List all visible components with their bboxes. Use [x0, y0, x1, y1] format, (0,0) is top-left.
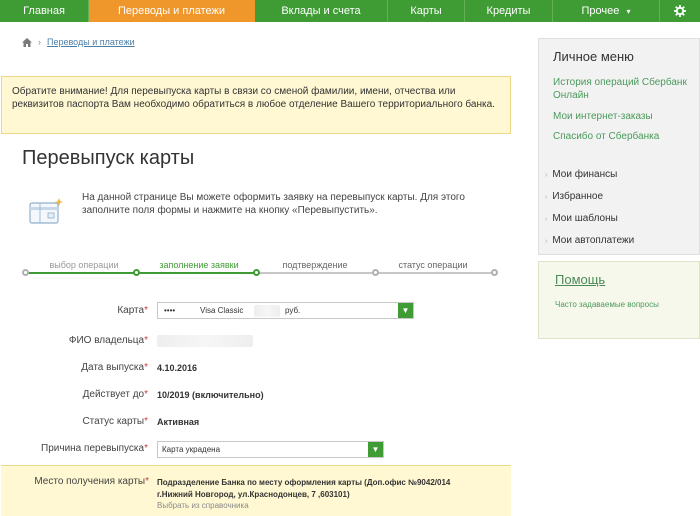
- step-dot-4: [372, 269, 379, 276]
- card-number-redacted: [254, 305, 280, 317]
- valid-until-label: Действует до*: [82, 389, 148, 400]
- delivery-section: Место получения карты* Подразделение Бан…: [1, 465, 511, 516]
- form-row-owner: ФИО владельца*: [0, 335, 510, 355]
- nav-item-other[interactable]: Прочее ▾: [553, 0, 660, 22]
- form-row-card: Карта* •••• Visa Classic руб. ▼: [0, 302, 510, 322]
- intro-text: На данной странице Вы можете оформить за…: [82, 192, 465, 216]
- reason-value: Карта украдена: [162, 445, 221, 454]
- step-label-select: выбор операции: [49, 260, 119, 270]
- delivery-value-line2: г.Нижний Новгород, ул.Краснодонцев, 7 ,6…: [157, 490, 350, 499]
- reason-select[interactable]: Карта украдена ▼: [157, 441, 384, 458]
- delivery-value-line1: Подразделение Банка по месту оформления …: [157, 478, 451, 487]
- card-label: Карта*: [117, 305, 148, 316]
- top-navigation: Главная Переводы и платежи Вклады и счет…: [0, 0, 700, 22]
- step-label-confirm: подтверждение: [282, 260, 348, 270]
- step-dot-3: [253, 269, 260, 276]
- form-row-issue-date: Дата выпуска* 4.10.2016: [0, 362, 510, 382]
- bullet-icon: ›: [545, 172, 548, 179]
- card-name: Visa Classic: [200, 306, 244, 315]
- status-label: Статус карты*: [82, 416, 148, 427]
- breadcrumb: › Переводы и платежи: [22, 37, 135, 47]
- issue-date-label: Дата выпуска*: [81, 362, 148, 373]
- sidebar-item-templates[interactable]: › Мои шаблоны: [545, 213, 618, 224]
- form-row-reason: Причина перевыпуска* Карта украдена ▼: [0, 441, 510, 461]
- breadcrumb-separator: ›: [38, 37, 41, 47]
- nav-item-transfers[interactable]: Переводы и платежи: [89, 0, 255, 22]
- chevron-down-icon: ▾: [626, 7, 631, 16]
- bullet-icon: ›: [545, 216, 548, 223]
- spasibo-link[interactable]: Спасибо от Сбербанка: [553, 130, 698, 143]
- owner-name-redacted: [157, 335, 253, 347]
- home-icon[interactable]: [22, 37, 32, 47]
- delivery-label: Место получения карты*: [34, 476, 149, 487]
- chevron-down-icon: ▼: [398, 303, 413, 318]
- step-dot-2: [133, 269, 140, 276]
- step-label-fill: заполнение заявки: [159, 260, 239, 270]
- card-currency: руб.: [285, 306, 301, 315]
- nav-item-home[interactable]: Главная: [0, 0, 89, 22]
- gear-icon[interactable]: [660, 0, 700, 22]
- bullet-icon: ›: [545, 238, 548, 245]
- progress-steps: выбор операции заполнение заявки подтвер…: [22, 258, 500, 278]
- delivery-value: Подразделение Банка по месту оформления …: [157, 477, 450, 501]
- sidebar-item-favorites[interactable]: › Избранное: [545, 191, 603, 202]
- card-mask: ••••: [164, 306, 176, 315]
- history-link[interactable]: История операций Сбербанк Онлайн: [553, 76, 698, 102]
- internet-orders-link[interactable]: Мои интернет-заказы: [553, 110, 698, 123]
- owner-label: ФИО владельца*: [68, 335, 148, 346]
- faq-link[interactable]: Часто задаваемые вопросы: [555, 300, 675, 310]
- steps-line-done: [26, 272, 256, 274]
- reason-label: Причина перевыпуска*: [41, 443, 148, 454]
- status-value: Активная: [157, 417, 200, 427]
- issue-date-value: 4.10.2016: [157, 363, 198, 373]
- form-row-valid-until: Действует до* 10/2019 (включительно): [0, 389, 510, 409]
- sidebar-item-finances[interactable]: › Мои финансы: [545, 169, 617, 180]
- nav-item-credits[interactable]: Кредиты: [465, 0, 553, 22]
- step-label-status: статус операции: [398, 260, 468, 270]
- nav-item-other-label: Прочее: [581, 5, 620, 17]
- step-dot-1: [22, 269, 29, 276]
- notice-text: Обратите внимание! Для перевыпуска карты…: [12, 86, 495, 110]
- valid-until-value: 10/2019 (включительно): [157, 390, 264, 400]
- chevron-down-icon: ▼: [368, 442, 383, 457]
- help-box: Помощь Часто задаваемые вопросы: [538, 261, 700, 339]
- notice-banner: Обратите внимание! Для перевыпуска карты…: [1, 76, 511, 134]
- card-reissue-icon: [28, 196, 64, 228]
- page-title: Перевыпуск карты: [22, 147, 195, 169]
- personal-menu-title: Личное меню: [553, 49, 634, 64]
- choose-from-directory-link[interactable]: Выбрать из справочника: [157, 501, 249, 510]
- help-title[interactable]: Помощь: [555, 272, 605, 287]
- sidebar-item-autopayments[interactable]: › Мои автоплатежи: [545, 235, 634, 246]
- form-row-status: Статус карты* Активная: [0, 416, 510, 436]
- bullet-icon: ›: [545, 194, 548, 201]
- personal-menu: Личное меню История операций Сбербанк Он…: [538, 38, 700, 255]
- nav-item-cards[interactable]: Карты: [388, 0, 465, 22]
- breadcrumb-link-transfers[interactable]: Переводы и платежи: [47, 37, 135, 47]
- card-select[interactable]: •••• Visa Classic руб. ▼: [157, 302, 414, 319]
- nav-item-deposits[interactable]: Вклады и счета: [255, 0, 388, 22]
- step-dot-5: [491, 269, 498, 276]
